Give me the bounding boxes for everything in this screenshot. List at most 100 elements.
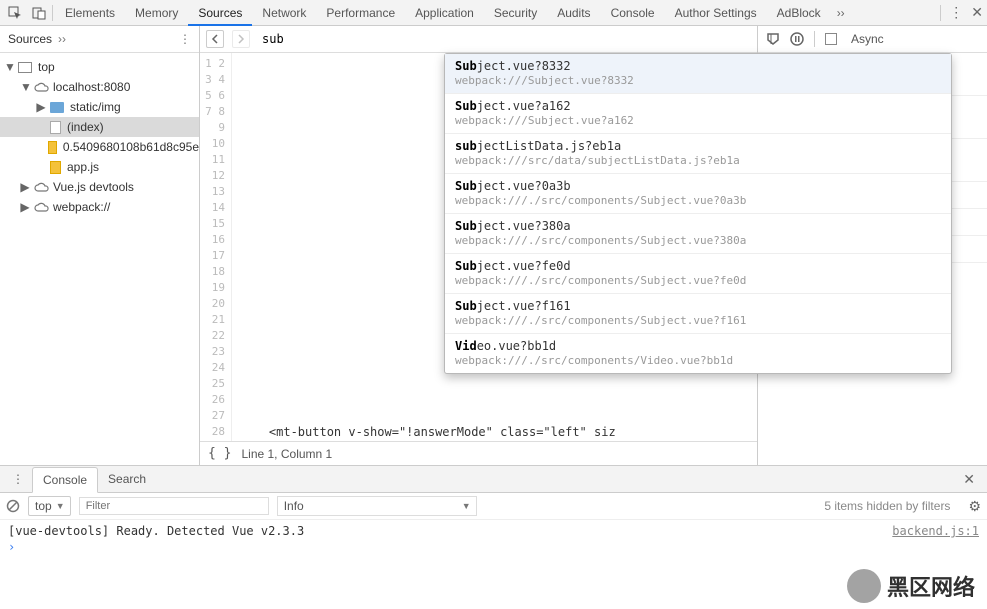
suggest-item[interactable]: subjectListData.js?eb1awebpack:///src/da…: [445, 134, 951, 174]
log-level-selector[interactable]: Info▼: [277, 496, 477, 516]
tab-memory[interactable]: Memory: [125, 1, 188, 25]
line-gutter: 1 2 3 4 5 6 7 8 9 10 11 12 13 14 15 16 1…: [200, 53, 232, 441]
suggest-item[interactable]: Subject.vue?8332webpack:///Subject.vue?8…: [445, 54, 951, 94]
devtools-tabbar: ElementsMemorySourcesNetworkPerformanceA…: [0, 0, 987, 26]
suggest-item[interactable]: Video.vue?bb1dwebpack:///./src/component…: [445, 334, 951, 373]
tab-network[interactable]: Network: [252, 1, 316, 25]
device-toggle-icon[interactable]: [28, 2, 50, 24]
tree-node[interactable]: ▶static/img: [0, 97, 199, 117]
tab-sources[interactable]: Sources: [188, 1, 252, 26]
suggest-title: Subject.vue?f161: [455, 299, 941, 313]
navigator-header: Sources ›› ⋮: [0, 26, 199, 53]
tab-elements[interactable]: Elements: [55, 1, 125, 25]
tab-performance[interactable]: Performance: [316, 1, 405, 25]
file-icon: [48, 141, 57, 154]
tab-security[interactable]: Security: [484, 1, 547, 25]
tree-label: webpack://: [53, 200, 110, 214]
separator: [814, 31, 815, 47]
async-label: Async: [851, 32, 884, 46]
tree-label: 0.5409680108b61d8c95e: [63, 140, 199, 154]
pause-icon[interactable]: [790, 32, 804, 46]
suggest-item[interactable]: Subject.vue?0a3bwebpack:///./src/compone…: [445, 174, 951, 214]
suggest-path: webpack:///Subject.vue?8332: [455, 74, 941, 87]
nav-back-icon[interactable]: [206, 30, 224, 48]
console-drawer: ⋮ ConsoleSearch ✕ top▼ Info▼ 5 items hid…: [0, 466, 987, 609]
drawer-tab-console[interactable]: Console: [32, 467, 98, 493]
tree-node[interactable]: ▶Vue.js devtools: [0, 177, 199, 197]
folder-icon: [50, 102, 64, 113]
tree-node[interactable]: ▼ localhost:8080: [0, 77, 199, 97]
navigator-panel: Sources ›› ⋮ ▼top▼localhost:8080▶static/…: [0, 26, 200, 465]
disclosure-icon[interactable]: ▶: [20, 200, 30, 214]
context-selector[interactable]: top▼: [28, 496, 71, 516]
overflow-icon[interactable]: ››: [58, 32, 66, 46]
console-prompt[interactable]: ›: [8, 540, 979, 554]
tree-label: app.js: [67, 160, 99, 174]
console-toolbar: top▼ Info▼ 5 items hidden by filters ⚙: [0, 493, 987, 520]
tab-console[interactable]: Console: [601, 1, 665, 25]
file-icon: [50, 161, 61, 174]
suggest-item[interactable]: Subject.vue?f161webpack:///./src/compone…: [445, 294, 951, 334]
inspect-icon[interactable]: [4, 2, 26, 24]
close-icon[interactable]: ✕: [971, 4, 983, 21]
drawer-tabbar: ⋮ ConsoleSearch ✕: [0, 466, 987, 493]
console-filter-input[interactable]: [79, 497, 269, 515]
tab-strip: ElementsMemorySourcesNetworkPerformanceA…: [55, 1, 831, 25]
watermark: 黑区网络: [847, 569, 975, 603]
disclosure-icon[interactable]: ▼: [4, 60, 14, 74]
suggest-item[interactable]: Subject.vue?fe0dwebpack:///./src/compone…: [445, 254, 951, 294]
navigator-dropdown[interactable]: Sources: [8, 32, 52, 46]
suggest-item[interactable]: Subject.vue?380awebpack:///./src/compone…: [445, 214, 951, 254]
drawer-close-icon[interactable]: ✕: [957, 471, 981, 488]
chevron-down-icon: ▼: [56, 501, 65, 511]
nav-fwd-icon[interactable]: [232, 30, 250, 48]
log-source-link[interactable]: backend.js:1: [892, 524, 979, 538]
more-icon[interactable]: ⋮: [179, 32, 191, 46]
overflow-icon[interactable]: ››: [837, 6, 845, 20]
disclosure-icon[interactable]: ▶: [36, 100, 46, 114]
tab-application[interactable]: Application: [405, 1, 484, 25]
suggest-title: Subject.vue?a162: [455, 99, 941, 113]
async-checkbox[interactable]: [825, 33, 837, 45]
suggest-title: Video.vue?bb1d: [455, 339, 941, 353]
tree-label: localhost:8080: [53, 80, 130, 94]
drawer-more-icon[interactable]: ⋮: [6, 472, 30, 486]
chevron-down-icon: ▼: [462, 501, 471, 511]
clear-console-icon[interactable]: [6, 499, 20, 513]
editor-panel: Subject.vue?8332webpack:///Subject.vue?8…: [200, 26, 757, 465]
tree-node[interactable]: ▼top: [0, 57, 199, 77]
suggest-title: subjectListData.js?eb1a: [455, 139, 941, 153]
suggest-path: webpack:///./src/components/Subject.vue?…: [455, 274, 941, 287]
watermark-logo-icon: [847, 569, 881, 603]
pretty-print-icon[interactable]: { }: [208, 446, 231, 461]
cloud-icon: [34, 182, 49, 193]
drawer-tab-search[interactable]: Search: [98, 467, 156, 492]
open-file-input[interactable]: [258, 30, 751, 48]
disclosure-icon[interactable]: ▶: [20, 180, 30, 194]
suggest-path: webpack:///./src/components/Subject.vue?…: [455, 314, 941, 327]
tree-node[interactable]: app.js: [0, 157, 199, 177]
hidden-count[interactable]: 5 items hidden by filters: [824, 499, 950, 513]
tab-author-settings[interactable]: Author Settings: [665, 1, 767, 25]
tree-node[interactable]: 0.5409680108b61d8c95e: [0, 137, 199, 157]
pause-exceptions-icon[interactable]: [766, 32, 780, 46]
tree-node[interactable]: ▶ webpack://: [0, 197, 199, 217]
cloud-icon: [34, 202, 49, 213]
tree-node[interactable]: (index): [0, 117, 199, 137]
console-output[interactable]: [vue-devtools] Ready. Detected Vue v2.3.…: [0, 520, 987, 609]
more-icon[interactable]: ⋮: [949, 4, 963, 21]
cloud-icon: [34, 82, 49, 93]
suggest-title: Subject.vue?8332: [455, 59, 941, 73]
gear-icon[interactable]: ⚙: [968, 498, 981, 515]
tab-adblock[interactable]: AdBlock: [767, 1, 831, 25]
suggest-path: webpack:///./src/components/Subject.vue?…: [455, 234, 941, 247]
console-message: [vue-devtools] Ready. Detected Vue v2.3.…: [8, 524, 979, 538]
tab-audits[interactable]: Audits: [547, 1, 600, 25]
disclosure-icon[interactable]: ▼: [20, 80, 30, 94]
tree-label: (index): [67, 120, 104, 134]
file-suggest-popup[interactable]: Subject.vue?8332webpack:///Subject.vue?8…: [444, 53, 952, 374]
suggest-item[interactable]: Subject.vue?a162webpack:///Subject.vue?a…: [445, 94, 951, 134]
editor-toolbar: [200, 26, 757, 53]
suggest-path: webpack:///./src/components/Video.vue?bb…: [455, 354, 941, 367]
file-tree[interactable]: ▼top▼localhost:8080▶static/img(index)0.5…: [0, 53, 199, 465]
